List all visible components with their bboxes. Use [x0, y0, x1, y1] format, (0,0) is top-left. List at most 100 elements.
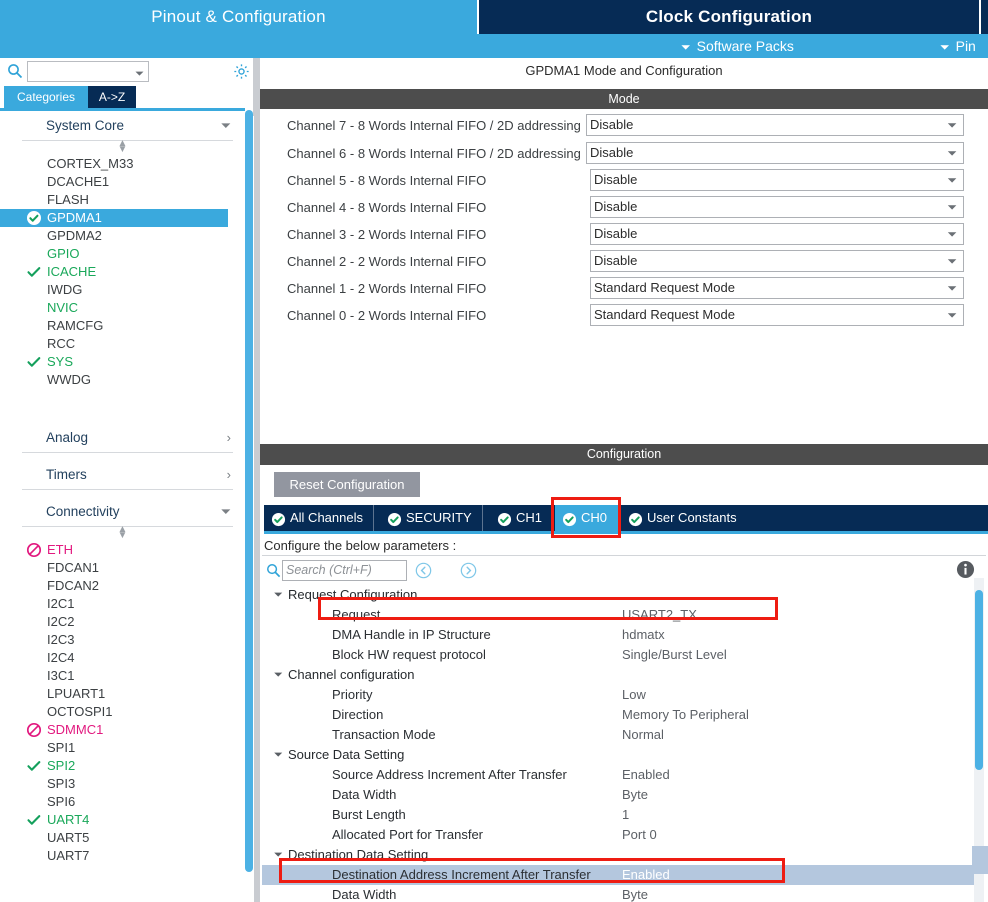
- software-packs-label: Software Packs: [696, 38, 794, 54]
- item-label: CORTEX_M33: [47, 156, 134, 171]
- param-name: Burst Length: [332, 807, 406, 822]
- sidebar-item-i3c1[interactable]: I3C1: [0, 667, 245, 685]
- channel-0-mode-select[interactable]: Standard Request Mode ⏷: [590, 304, 964, 326]
- param-row-dma-handle-in-ip-structure[interactable]: DMA Handle in IP Structure hdmatx: [262, 625, 976, 645]
- tab-label: CH1: [516, 510, 543, 525]
- sidebar-item-uart5[interactable]: UART5: [0, 829, 245, 847]
- param-group-channel-configuration[interactable]: ⏷ Channel configuration: [262, 665, 976, 685]
- sidebar-item-nvic[interactable]: NVIC: [0, 299, 245, 317]
- sidebar-item-eth[interactable]: ETH: [0, 541, 245, 559]
- sidebar-item-sdmmc1[interactable]: SDMMC1: [0, 721, 245, 739]
- channel-7-mode-select[interactable]: Disable ⏷: [586, 114, 964, 136]
- item-label: GPDMA2: [47, 228, 102, 243]
- param-row-direction[interactable]: Direction Memory To Peripheral: [262, 705, 976, 725]
- item-label: UART5: [47, 830, 90, 845]
- sidebar-item-octospi1[interactable]: OCTOSPI1: [0, 703, 245, 721]
- previous-match-icon[interactable]: [415, 562, 432, 579]
- sidebar-item-cortex-m33[interactable]: CORTEX_M33: [0, 155, 245, 173]
- group-header-analog[interactable]: Analog ›: [22, 423, 233, 453]
- sidebar-item-i2c3[interactable]: I2C3: [0, 631, 245, 649]
- sidebar-item-icache[interactable]: ICACHE: [0, 263, 245, 281]
- scroll-spinner-connectivity[interactable]: ▲ ▼: [0, 525, 245, 541]
- channel-label: Channel 6 - 8 Words Internal FIFO / 2D a…: [287, 146, 581, 161]
- chevron-down-icon: ⏷: [947, 227, 957, 241]
- sidebar-item-gpdma1[interactable]: GPDMA1: [0, 209, 228, 227]
- param-row-block-hw-request-protocol[interactable]: Block HW request protocol Single/Burst L…: [262, 645, 976, 665]
- scroll-spinner[interactable]: ▲ ▼: [0, 139, 245, 155]
- pinout-menu[interactable]: ⏷ Pin: [940, 34, 976, 58]
- sidebar-item-i2c1[interactable]: I2C1: [0, 595, 245, 613]
- sidebar-item-spi2[interactable]: SPI2: [0, 757, 245, 775]
- sidebar-item-iwdg[interactable]: IWDG: [0, 281, 245, 299]
- channel-tabstrip: All Channels SECURITY CH1 CH0 User Const…: [264, 505, 988, 531]
- channel-6-mode-select[interactable]: Disable ⏷: [586, 142, 964, 164]
- group-header-connectivity[interactable]: Connectivity ⏷: [22, 497, 233, 527]
- gear-icon[interactable]: [233, 63, 250, 80]
- sidebar-item-sys[interactable]: SYS: [0, 353, 245, 371]
- channel-1-mode-select[interactable]: Standard Request Mode ⏷: [590, 277, 964, 299]
- param-row-priority[interactable]: Priority Low: [262, 685, 976, 705]
- sidebar-item-flash[interactable]: FLASH: [0, 191, 245, 209]
- tab-ch1[interactable]: CH1: [490, 505, 554, 531]
- tab-user-constants[interactable]: User Constants: [621, 505, 747, 531]
- tab-pinout-and-configuration[interactable]: Pinout & Configuration: [0, 0, 479, 34]
- group-label: Request Configuration: [288, 587, 418, 602]
- parameter-search-input[interactable]: Search (Ctrl+F): [282, 560, 407, 581]
- group-label: Analog: [46, 430, 89, 445]
- param-row-source-address-increment-after-transfer[interactable]: Source Address Increment After Transfer …: [262, 765, 976, 785]
- tab-label: User Constants: [647, 510, 737, 525]
- sidebar-scrollbar-thumb[interactable]: [245, 110, 253, 872]
- param-row-source-data-width[interactable]: Data Width Byte: [262, 785, 976, 805]
- sidebar-item-gpdma2[interactable]: GPDMA2: [0, 227, 245, 245]
- tab-security[interactable]: SECURITY: [380, 505, 483, 531]
- tab-ch0[interactable]: CH0: [555, 505, 621, 531]
- sidebar-item-rcc[interactable]: RCC: [0, 335, 245, 353]
- group-header-timers[interactable]: Timers ›: [22, 460, 233, 490]
- sidebar-item-ramcfg[interactable]: RAMCFG: [0, 317, 245, 335]
- reset-configuration-button[interactable]: Reset Configuration: [274, 472, 420, 497]
- sidebar-item-wwdg[interactable]: WWDG: [0, 371, 245, 389]
- tab-a-to-z[interactable]: A->Z: [88, 86, 136, 108]
- param-row-destination-data-width[interactable]: Data Width Byte: [262, 885, 976, 902]
- category-mode-tabs: Categories A->Z: [0, 86, 254, 108]
- info-icon[interactable]: [956, 560, 975, 579]
- peripheral-search-combo[interactable]: ⏷: [27, 61, 149, 82]
- channel-5-mode-select[interactable]: Disable ⏷: [590, 169, 964, 191]
- next-match-icon[interactable]: [460, 562, 477, 579]
- channel-2-mode-select[interactable]: Disable ⏷: [590, 250, 964, 272]
- group-header-system-core[interactable]: System Core ⏷: [22, 111, 233, 141]
- parameter-scrollbar-footer: [972, 846, 988, 874]
- param-group-source-data-setting[interactable]: ⏷ Source Data Setting: [262, 745, 976, 765]
- param-row-transaction-mode[interactable]: Transaction Mode Normal: [262, 725, 976, 745]
- software-packs-menu[interactable]: ⏷ Software Packs: [681, 34, 794, 58]
- sidebar-item-dcache1[interactable]: DCACHE1: [0, 173, 245, 191]
- sidebar-item-spi1[interactable]: SPI1: [0, 739, 245, 757]
- sidebar-item-fdcan1[interactable]: FDCAN1: [0, 559, 245, 577]
- param-row-burst-length[interactable]: Burst Length 1: [262, 805, 976, 825]
- item-label: SPI6: [47, 794, 76, 809]
- sidebar-item-spi6[interactable]: SPI6: [0, 793, 245, 811]
- chevron-down-icon: ⏷: [947, 308, 957, 322]
- tab-categories[interactable]: Categories: [4, 86, 88, 108]
- sidebar-item-uart4[interactable]: UART4: [0, 811, 245, 829]
- param-row-allocated-port-for-transfer[interactable]: Allocated Port for Transfer Port 0: [262, 825, 976, 845]
- sidebar-item-lpuart1[interactable]: LPUART1: [0, 685, 245, 703]
- param-group-request-configuration[interactable]: ⏷ Request Configuration: [262, 585, 976, 605]
- mode-row-channel-7: Channel 7 - 8 Words Internal FIFO / 2D a…: [260, 112, 988, 139]
- sidebar-item-spi3[interactable]: SPI3: [0, 775, 245, 793]
- param-name: Data Width: [332, 787, 397, 802]
- param-row-destination-address-increment-after-transfer[interactable]: Destination Address Increment After Tran…: [262, 865, 976, 885]
- sidebar-item-gpio[interactable]: GPIO: [0, 245, 245, 263]
- channel-4-mode-select[interactable]: Disable ⏷: [590, 196, 964, 218]
- parameter-scrollbar-thumb[interactable]: [975, 590, 983, 770]
- sidebar-item-i2c2[interactable]: I2C2: [0, 613, 245, 631]
- sidebar-item-i2c4[interactable]: I2C4: [0, 649, 245, 667]
- tab-all-channels[interactable]: All Channels: [264, 505, 374, 531]
- param-group-destination-data-setting[interactable]: ⏷ Destination Data Setting: [262, 845, 976, 865]
- sidebar-item-uart7[interactable]: UART7: [0, 847, 245, 865]
- channel-3-mode-select[interactable]: Disable ⏷: [590, 223, 964, 245]
- tab-clock-configuration[interactable]: Clock Configuration: [479, 0, 981, 34]
- param-row-request[interactable]: Request USART2_TX: [262, 605, 976, 625]
- tab-overflow[interactable]: [981, 0, 988, 34]
- sidebar-item-fdcan2[interactable]: FDCAN2: [0, 577, 245, 595]
